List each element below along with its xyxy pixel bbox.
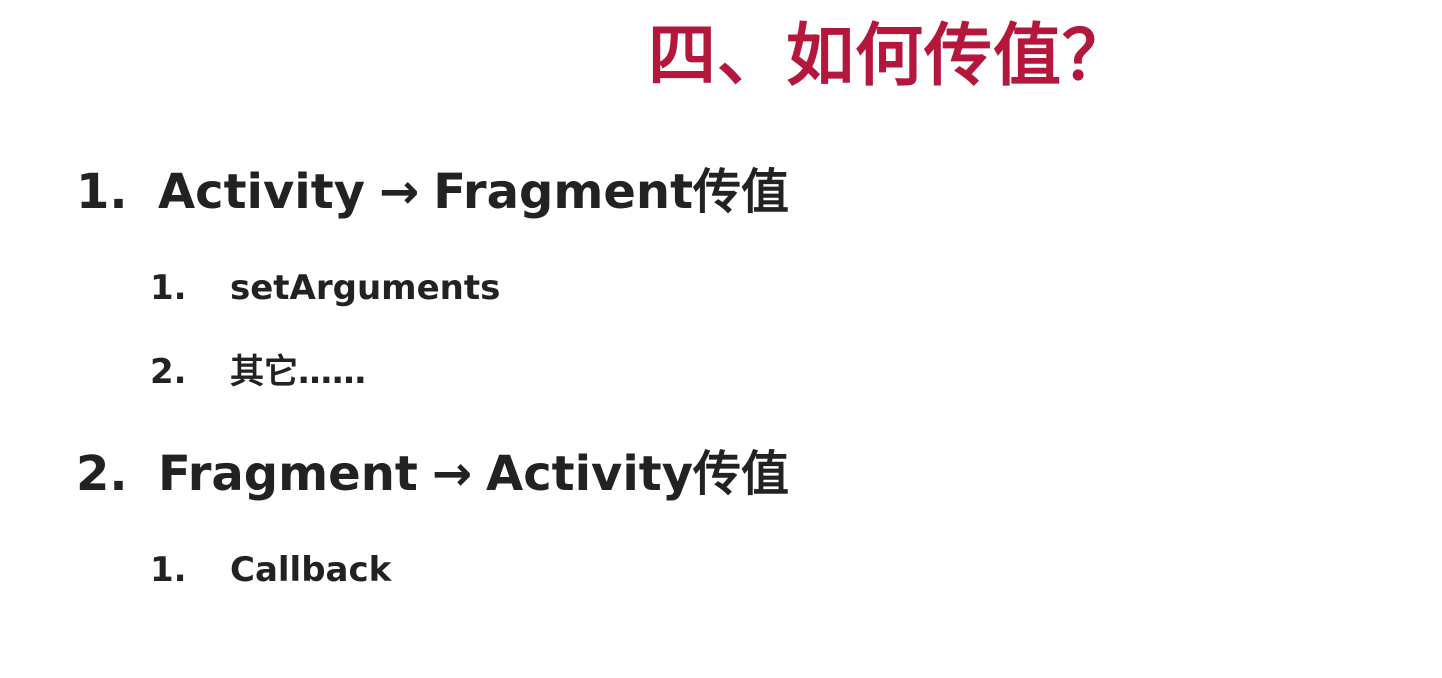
section-to: Fragment传值: [433, 164, 790, 220]
section-from: Fragment: [158, 446, 418, 502]
section-heading-1: 1. Activity → Fragment传值: [76, 162, 789, 222]
arrow-right-icon: →: [378, 164, 420, 220]
section-heading-2: 2. Fragment → Activity传值: [76, 444, 789, 504]
arrow-right-icon: →: [431, 446, 473, 502]
section-number: 1.: [76, 164, 128, 220]
slide-title: 四、如何传值？: [648, 17, 1132, 96]
list-item-text: 其它……: [230, 352, 366, 392]
section-number: 2.: [76, 446, 128, 502]
section-to: Activity传值: [486, 446, 790, 502]
list-item: 1. setArguments: [150, 266, 500, 310]
section-from: Activity: [158, 164, 365, 220]
slide: 四、如何传值？ 1. Activity → Fragment传值 1. setArgum…: [0, 0, 1442, 678]
list-item-text: setArguments: [230, 268, 501, 308]
list-item: 2. 其它……: [150, 350, 366, 394]
list-item-number: 2.: [150, 352, 187, 392]
list-item: 1. Callback: [150, 548, 391, 592]
list-item-number: 1.: [150, 268, 187, 308]
list-item-number: 1.: [150, 550, 187, 590]
list-item-text: Callback: [230, 550, 392, 590]
